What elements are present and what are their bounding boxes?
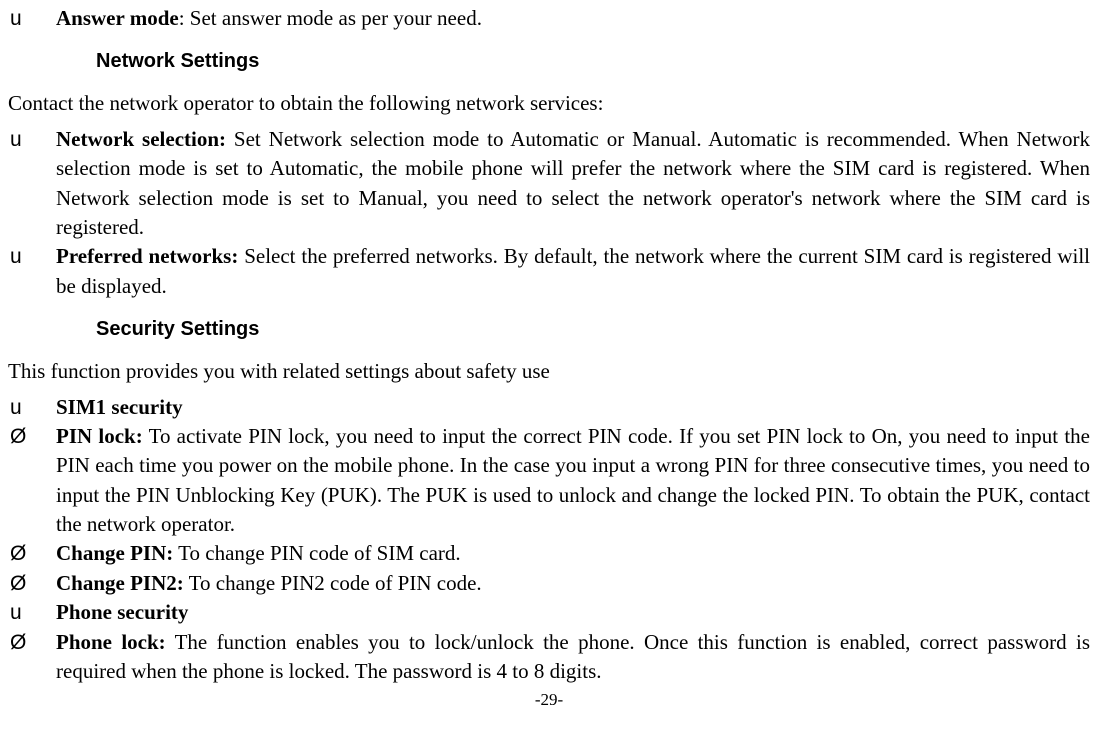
change-pin2-content: Change PIN2: To change PIN2 code of PIN … xyxy=(56,569,1090,598)
item-change-pin2: Ø Change PIN2: To change PIN2 code of PI… xyxy=(8,569,1090,598)
bullet-u-icon: u xyxy=(8,125,56,154)
item-phone-lock: Ø Phone lock: The function enables you t… xyxy=(8,628,1090,687)
bullet-u-icon: u xyxy=(8,242,56,271)
phone-security-label: Phone security xyxy=(56,598,1090,627)
item-phone-security: u Phone security xyxy=(8,598,1090,627)
pin-lock-content: PIN lock: To activate PIN lock, you need… xyxy=(56,422,1090,540)
item-change-pin: Ø Change PIN: To change PIN code of SIM … xyxy=(8,539,1090,568)
bullet-u-icon: u xyxy=(8,598,56,627)
bullet-o-icon: Ø xyxy=(8,569,56,598)
change-pin2-label: Change PIN2: xyxy=(56,571,184,595)
answer-mode-text: : Set answer mode as per your need. xyxy=(179,6,482,30)
change-pin-text: To change PIN code of SIM card. xyxy=(173,541,460,565)
page-number: -29- xyxy=(8,688,1090,712)
bullet-u-icon: u xyxy=(8,393,56,422)
heading-network-settings: Network Settings xyxy=(96,47,1090,75)
item-pin-lock: Ø PIN lock: To activate PIN lock, you ne… xyxy=(8,422,1090,540)
change-pin-content: Change PIN: To change PIN code of SIM ca… xyxy=(56,539,1090,568)
preferred-networks-label: Preferred networks: xyxy=(56,244,238,268)
answer-mode-content: Answer mode: Set answer mode as per your… xyxy=(56,4,1090,33)
network-selection-label: Network selection: xyxy=(56,127,226,151)
phone-lock-text: The function enables you to lock/unlock … xyxy=(56,630,1090,683)
item-network-selection: u Network selection: Set Network selecti… xyxy=(8,125,1090,243)
preferred-networks-content: Preferred networks: Select the preferred… xyxy=(56,242,1090,301)
change-pin-label: Change PIN: xyxy=(56,541,173,565)
sim1-security-label: SIM1 security xyxy=(56,393,1090,422)
item-sim1-security: u SIM1 security xyxy=(8,393,1090,422)
security-intro: This function provides you with related … xyxy=(8,357,1090,386)
pin-lock-text: To activate PIN lock, you need to input … xyxy=(56,424,1090,536)
network-intro: Contact the network operator to obtain t… xyxy=(8,89,1090,118)
phone-lock-content: Phone lock: The function enables you to … xyxy=(56,628,1090,687)
answer-mode-label: Answer mode xyxy=(56,6,179,30)
phone-lock-label: Phone lock: xyxy=(56,630,166,654)
bullet-o-icon: Ø xyxy=(8,422,56,451)
bullet-u-icon: u xyxy=(8,4,56,33)
pin-lock-label: PIN lock: xyxy=(56,424,143,448)
bullet-o-icon: Ø xyxy=(8,539,56,568)
bullet-o-icon: Ø xyxy=(8,628,56,657)
change-pin2-text: To change PIN2 code of PIN code. xyxy=(184,571,482,595)
item-preferred-networks: u Preferred networks: Select the preferr… xyxy=(8,242,1090,301)
item-answer-mode: u Answer mode: Set answer mode as per yo… xyxy=(8,4,1090,33)
heading-security-settings: Security Settings xyxy=(96,315,1090,343)
network-selection-content: Network selection: Set Network selection… xyxy=(56,125,1090,243)
